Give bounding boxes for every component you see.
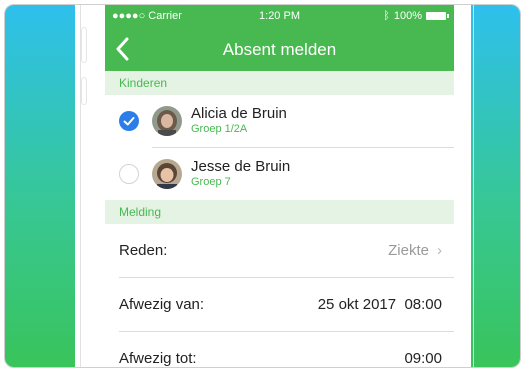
side-button [81,27,87,63]
child-group: Groep 7 [191,176,231,188]
section-header-children: Kinderen [105,71,454,95]
chevron-right-icon: › [437,242,442,259]
absent-until-value[interactable]: 09:00 [404,350,442,367]
child-name: Jesse de Bruin [191,158,291,175]
status-right: ᛒ 100% [383,10,449,22]
child-name: Alicia de Bruin [191,105,287,122]
avatar [152,106,182,136]
status-bar: ●●●●○ Carrier 1:20 PM ᛒ 100% [105,5,454,27]
child-row[interactable]: Jesse de Bruin Groep 7 [105,148,454,200]
reason-row[interactable]: Reden: Ziekte › [105,224,454,277]
absent-until-row[interactable]: Afwezig tot: 09:00 [105,332,454,367]
bluetooth-icon: ᛒ [383,10,390,22]
absent-from-value[interactable]: 25 okt 2017 08:00 [318,296,442,313]
page-title: Absent melden [222,40,337,59]
checkbox-unchecked-icon[interactable] [119,164,139,184]
child-row[interactable]: Alicia de Bruin Groep 1/2A [105,95,454,147]
child-group: Groep 1/2A [191,123,248,135]
checkbox-checked-icon[interactable] [119,111,139,131]
reason-value: Ziekte [388,242,429,259]
battery-icon [426,12,449,20]
reason-label: Reden: [119,242,168,259]
avatar [152,159,182,189]
right-gradient-panel [471,5,520,367]
phone-screen: ●●●●○ Carrier 1:20 PM ᛒ 100% Absent meld… [105,5,454,367]
left-gradient-panel [5,5,75,367]
absent-until-label: Afwezig tot: [119,350,197,367]
device-edge-right [473,5,474,367]
side-button [81,77,87,105]
absent-from-label: Afwezig van: [119,296,205,313]
absent-from-row[interactable]: Afwezig van: 25 okt 2017 08:00 [105,278,454,331]
nav-bar: Absent melden [105,27,454,71]
reason-value-group[interactable]: Ziekte › [388,242,442,259]
device-frame: ●●●●○ Carrier 1:20 PM ᛒ 100% Absent meld… [4,4,521,368]
section-header-report: Melding [105,200,454,224]
battery-percent: 100% [393,10,422,22]
